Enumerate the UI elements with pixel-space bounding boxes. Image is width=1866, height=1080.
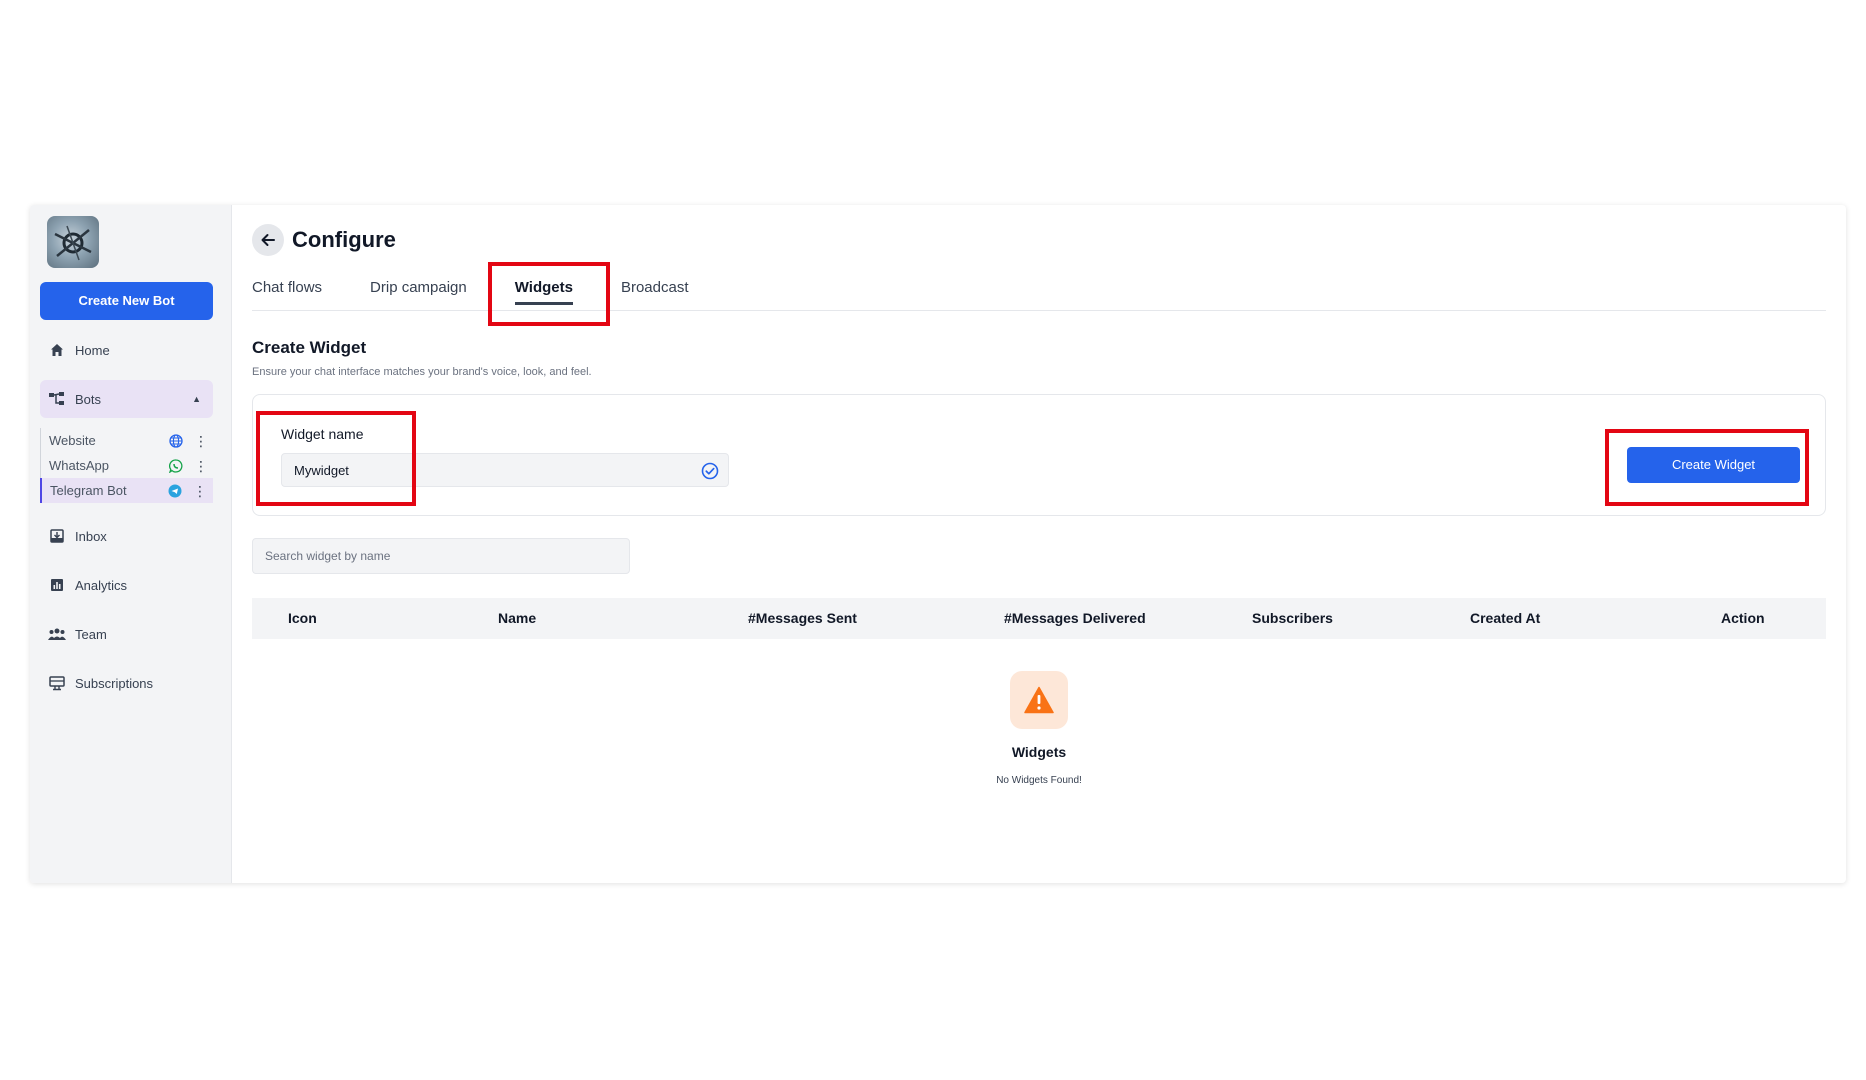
bots-sub-list: Website ⋮ WhatsApp ⋮ Telegram Bot ⋮ [40,428,221,503]
highlight-box-widget-name [256,411,416,506]
inbox-icon [48,527,66,545]
bot-item-whatsapp[interactable]: WhatsApp ⋮ [41,453,214,478]
tab-drip-campaign[interactable]: Drip campaign [370,271,467,311]
highlight-box-create-widget [1605,429,1809,506]
page-header: Configure [252,223,1826,257]
create-widget-subtitle: Ensure your chat interface matches your … [252,366,592,378]
bot-item-telegram[interactable]: Telegram Bot ⋮ [40,478,213,503]
sidebar-item-analytics[interactable]: Analytics [40,566,221,604]
sidebar-item-label: Subscriptions [75,675,154,691]
sidebar-item-bots[interactable]: Bots ▲ [40,380,213,418]
team-icon [48,625,66,643]
column-header-messages-delivered: #Messages Delivered [1004,610,1146,626]
sidebar-item-subscriptions[interactable]: Subscriptions [40,664,221,702]
logo-icon [54,225,92,261]
search-widget-input[interactable] [252,538,630,574]
create-widget-title: Create Widget [252,338,367,357]
column-header-messages-sent: #Messages Sent [748,610,857,626]
sidebar-item-label: Home [75,342,110,358]
bot-logo[interactable] [47,216,99,268]
bots-tree-icon [48,390,66,408]
sidebar-item-inbox[interactable]: Inbox [40,517,221,555]
empty-state: Widgets No Widgets Found! [232,671,1846,786]
home-icon [48,341,66,359]
whatsapp-icon [168,458,184,474]
more-vertical-icon[interactable]: ⋮ [194,459,208,473]
sidebar-item-label: Bots [75,391,102,407]
sidebar-item-team[interactable]: Team [40,615,221,653]
check-circle-icon [701,462,719,485]
sidebar-item-label: Inbox [75,528,107,544]
bot-item-label: WhatsApp [49,458,109,473]
sidebar-item-label: Analytics [75,577,128,593]
sidebar: Create New Bot Home Bots ▲ Website ⋮ Wha… [30,205,232,883]
empty-state-message: No Widgets Found! [996,775,1082,786]
create-widget-card: Widget name Create Widget [252,394,1826,516]
warning-icon [1010,671,1068,729]
more-vertical-icon[interactable]: ⋮ [193,484,207,498]
bot-item-website[interactable]: Website ⋮ [41,428,214,453]
page-title: Configure [292,227,396,252]
bot-item-label: Website [49,433,96,448]
widgets-table-header: Icon Name #Messages Sent #Messages Deliv… [252,598,1826,639]
column-header-subscribers: Subscribers [1252,610,1333,626]
highlight-box-widgets-tab [488,262,610,326]
bot-item-label: Telegram Bot [50,483,127,498]
tab-broadcast[interactable]: Broadcast [621,271,689,311]
column-header-icon: Icon [288,610,317,626]
subscriptions-icon [48,674,66,692]
globe-icon [168,433,184,449]
column-header-name: Name [498,610,537,626]
column-header-created-at: Created At [1470,610,1541,626]
create-new-bot-button[interactable]: Create New Bot [40,282,213,320]
sidebar-item-home[interactable]: Home [40,331,221,369]
back-button[interactable] [252,224,284,256]
column-header-action: Action [1721,610,1765,626]
more-vertical-icon[interactable]: ⋮ [194,434,208,448]
arrow-left-icon [261,234,275,246]
main-content: Configure Chat flows Drip campaign Widge… [232,205,1846,883]
empty-state-title: Widgets [1011,744,1067,760]
app-window: Create New Bot Home Bots ▲ Website ⋮ Wha… [30,205,1846,883]
chevron-up-icon[interactable]: ▲ [192,394,201,404]
tab-chat-flows[interactable]: Chat flows [252,271,322,311]
analytics-icon [48,576,66,594]
telegram-icon [167,483,183,499]
sidebar-item-label: Team [75,626,107,642]
